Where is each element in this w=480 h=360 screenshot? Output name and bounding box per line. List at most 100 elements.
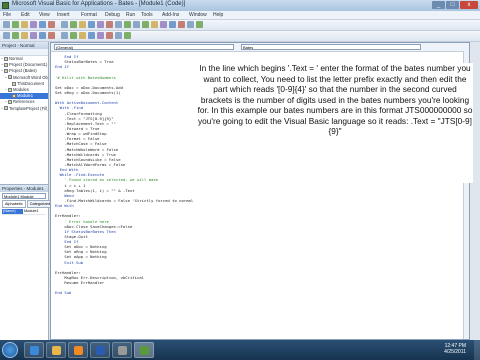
toolbar-button[interactable]	[115, 32, 122, 39]
menu-item-format[interactable]: Format	[81, 12, 97, 18]
taskbar-button[interactable]	[90, 342, 110, 358]
menu-item-addins[interactable]: Add-Ins	[162, 12, 179, 18]
edit-toolbar	[0, 31, 480, 42]
toolbar-button[interactable]	[39, 21, 46, 28]
tree-node-icon	[8, 100, 12, 105]
project-tree: − Normal − Project (Document1) − Project (Bat…	[0, 56, 48, 112]
toolbar-button[interactable]	[21, 21, 28, 28]
tree-item-label: ThisDocument	[17, 80, 44, 86]
code-line: End Sub	[55, 290, 72, 296]
menu-item-window[interactable]: Window	[189, 12, 207, 18]
toolbar-button[interactable]	[48, 32, 55, 39]
toolbar-button[interactable]	[97, 32, 104, 39]
tree-item-label: References	[13, 99, 35, 105]
menu-item-file[interactable]: File	[3, 12, 11, 18]
toolbar-button[interactable]	[142, 21, 149, 28]
menu-item-help[interactable]: Help	[213, 12, 223, 18]
taskbar-button[interactable]	[46, 342, 66, 358]
menu-item-tools[interactable]: Tools	[141, 12, 153, 18]
tree-item-label: Project (Bates)	[9, 68, 37, 74]
show-desktop-button[interactable]	[474, 340, 480, 360]
toolbar-button[interactable]	[3, 32, 10, 39]
taskbar-button[interactable]	[24, 342, 44, 358]
caption-text: In the line which begins '.Text = ' ente…	[197, 63, 473, 136]
toolbar-button[interactable]	[196, 21, 203, 28]
toolbar-button[interactable]	[187, 21, 194, 28]
toolbar-button[interactable]	[39, 32, 46, 39]
taskbar-button[interactable]	[112, 342, 132, 358]
toolbar-button[interactable]	[21, 32, 28, 39]
tree-node-icon	[12, 81, 16, 86]
menu-item-debug[interactable]: Debug	[105, 12, 120, 18]
menu-item-edit[interactable]: Edit	[21, 12, 30, 18]
toolbar-button[interactable]	[106, 32, 113, 39]
project-explorer-title: Project - Normal	[0, 42, 48, 49]
properties-tabs: Alphabetic Categorized	[2, 200, 54, 208]
system-tray: 12:47 PM 4/25/2011	[406, 342, 466, 358]
code-window-selectors: (General) Bates	[51, 43, 469, 52]
tree-item-label: Modules	[13, 86, 29, 92]
toolbar-button[interactable]	[48, 21, 55, 28]
toolbar-button[interactable]	[3, 21, 10, 28]
tab-alphabetic[interactable]: Alphabetic	[2, 200, 26, 208]
toolbar-button[interactable]	[97, 21, 104, 28]
menu-item-run[interactable]: Run	[126, 12, 135, 18]
toolbar-button[interactable]	[88, 32, 95, 39]
toolbar-button[interactable]	[79, 32, 86, 39]
menu-item-insert[interactable]: Insert	[57, 12, 70, 18]
toolbar-button[interactable]	[124, 21, 131, 28]
toolbar-button[interactable]	[151, 21, 158, 28]
title-bar[interactable]: Microsoft Visual Basic for Applications …	[0, 0, 480, 11]
desktop-screen: Microsoft Visual Basic for Applications …	[0, 0, 480, 360]
toolbar-button[interactable]	[133, 21, 140, 28]
tree-node-icon	[8, 75, 12, 80]
tree-item-label: Project (Document1)	[9, 62, 48, 68]
tree-node-icon	[4, 106, 8, 111]
object-selector[interactable]: Module1 Module	[2, 193, 46, 199]
toolbar-button[interactable]	[124, 32, 131, 39]
taskbar: 12:47 PM 4/25/2011	[0, 340, 480, 360]
project-explorer-tools	[0, 49, 48, 56]
toolbar-button[interactable]	[61, 21, 68, 28]
tree-item[interactable]: −TemplateProject (Fill_Cr	[0, 106, 48, 112]
toolbar-button[interactable]	[12, 32, 19, 39]
toolbar-button[interactable]	[178, 21, 185, 28]
menu-bar: File Edit View Insert Format Debug Run Tools Add…	[0, 11, 480, 20]
procedure-combo[interactable]: Bates	[241, 44, 421, 50]
window-title: Microsoft Visual Basic for Applications …	[12, 1, 186, 7]
properties-title: Properties - Module1	[0, 185, 48, 192]
toolbar-button[interactable]	[12, 21, 19, 28]
close-button[interactable]: x	[460, 1, 478, 9]
toolbar-button[interactable]	[115, 21, 122, 28]
clock[interactable]: 12:47 PM 4/25/2011	[444, 343, 466, 355]
properties-window: Properties - Module1 Module1 Module Alph…	[0, 184, 54, 341]
toolbar-button[interactable]	[30, 21, 37, 28]
object-combo[interactable]: (General)	[54, 44, 234, 50]
toolbar-button[interactable]	[30, 32, 37, 39]
toolbar-button[interactable]	[79, 21, 86, 28]
app-icon	[118, 346, 127, 355]
tree-node-icon	[4, 56, 8, 61]
property-row[interactable]: (Name) Module1	[2, 209, 46, 215]
tree-node-icon	[4, 69, 8, 74]
menu-item-view[interactable]: View	[39, 12, 50, 18]
tree-item-label: Module1	[17, 93, 34, 99]
tree-node-icon	[8, 87, 12, 92]
media-player-icon	[74, 346, 83, 355]
start-button[interactable]	[2, 342, 18, 358]
toolbar-button[interactable]	[169, 21, 176, 28]
instruction-caption: In the line which begins '.Text = ' ente…	[197, 63, 473, 183]
tree-item-label: TemplateProject (Fill_Cr	[9, 105, 48, 111]
taskbar-button[interactable]	[134, 342, 154, 358]
toolbar-button[interactable]	[88, 21, 95, 28]
toolbar-button[interactable]	[70, 32, 77, 39]
ie-icon	[30, 346, 39, 355]
toolbar-button[interactable]	[160, 21, 167, 28]
toolbar-button[interactable]	[61, 32, 68, 39]
minimize-button[interactable]: _	[432, 1, 445, 9]
taskbar-button[interactable]	[68, 342, 88, 358]
maximize-button[interactable]: □	[446, 1, 459, 9]
property-value[interactable]: Module1	[23, 209, 46, 214]
toolbar-button[interactable]	[106, 21, 113, 28]
toolbar-button[interactable]	[70, 21, 77, 28]
